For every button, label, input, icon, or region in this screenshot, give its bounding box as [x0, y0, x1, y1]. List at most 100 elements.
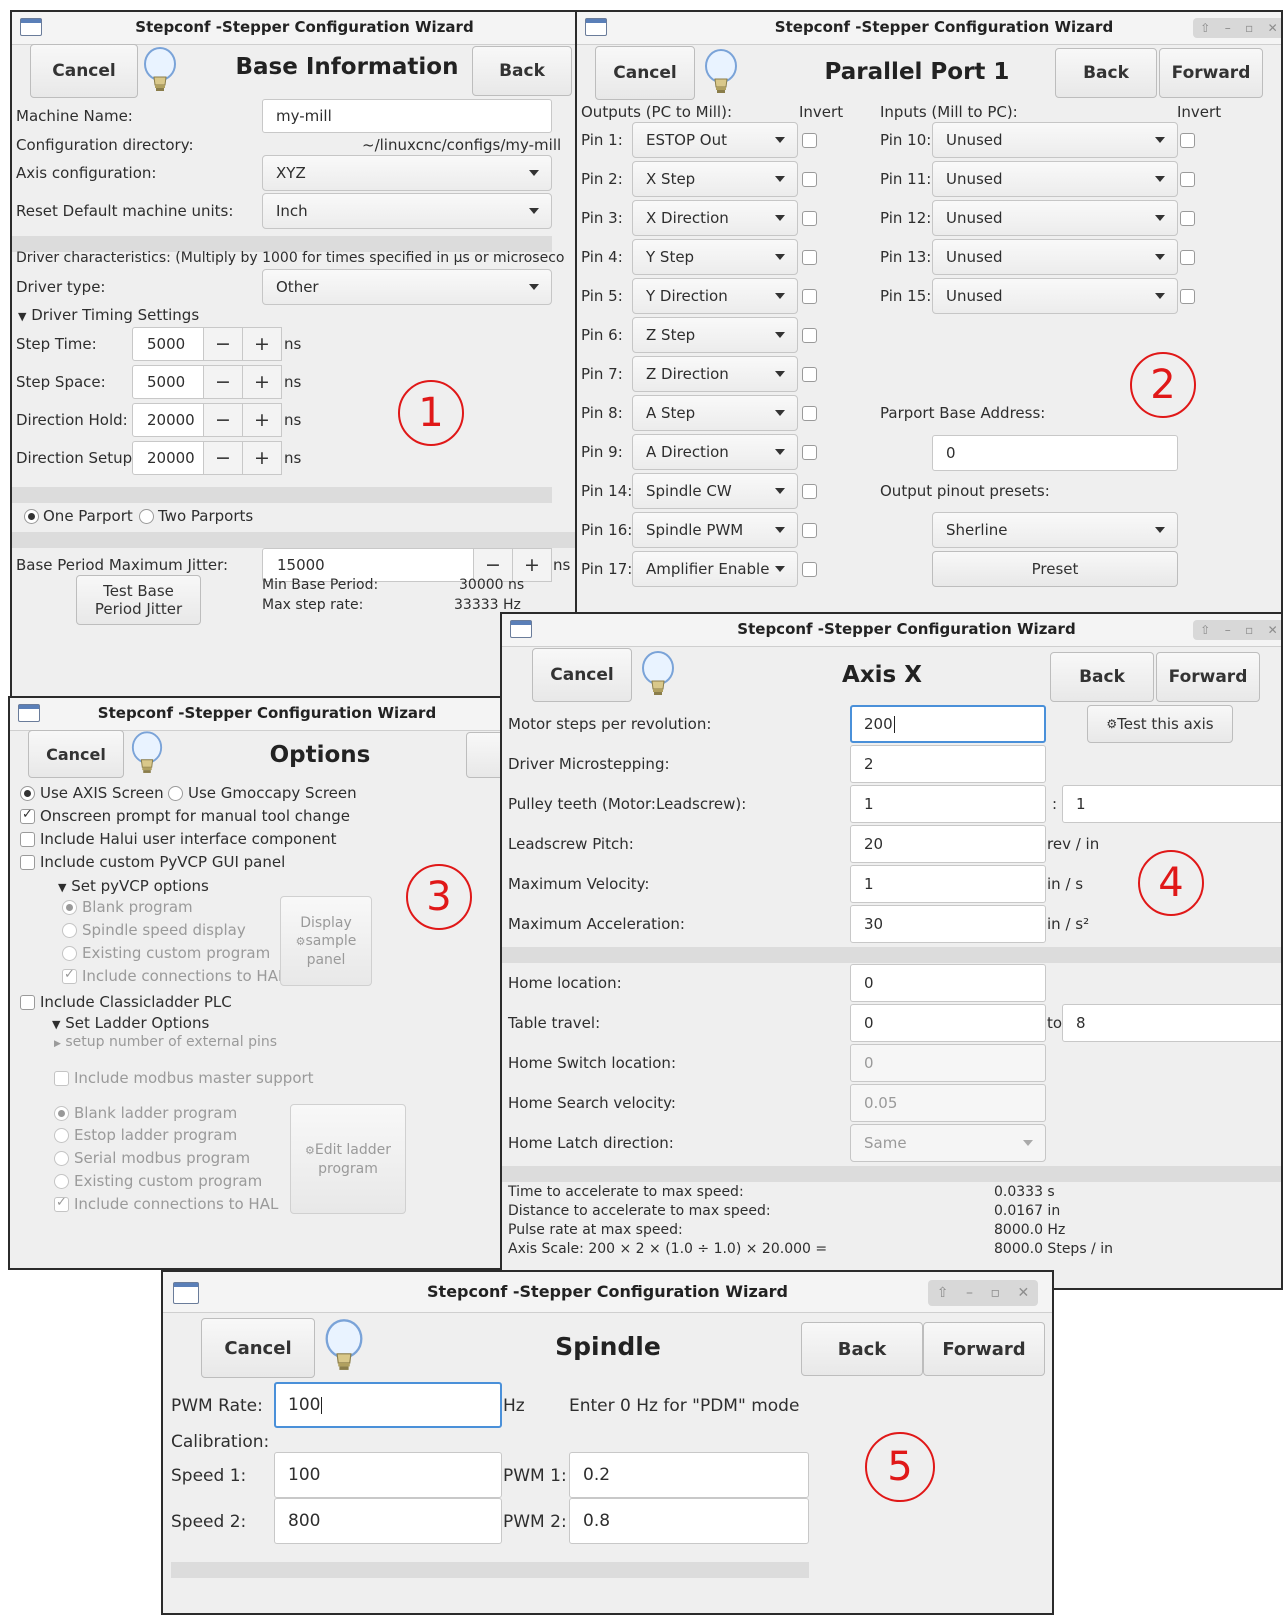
pulley-motor-input[interactable]: 1	[850, 785, 1046, 823]
invert-checkbox[interactable]	[802, 172, 817, 187]
restore-icon[interactable]: ▫	[1245, 623, 1253, 637]
minimize-icon[interactable]: –	[1225, 21, 1231, 35]
output-pin-select[interactable]: Y Direction	[632, 278, 798, 314]
include-hal-label[interactable]: Include connections to HAL	[82, 967, 286, 985]
cancel-button[interactable]: Cancel	[532, 648, 632, 702]
minimize-icon[interactable]: –	[1225, 623, 1231, 637]
invert-checkbox[interactable]	[802, 250, 817, 265]
minimize-icon[interactable]: –	[966, 1285, 973, 1301]
forward-button[interactable]: Forward	[1156, 652, 1260, 702]
modbus-master-label[interactable]: Include modbus master support	[74, 1069, 314, 1087]
input-pin-select[interactable]: Unused	[932, 161, 1178, 197]
close-icon[interactable]: ✕	[1017, 1285, 1029, 1301]
axis-screen-label[interactable]: Use AXIS Screen	[40, 784, 164, 802]
blank-program-radio[interactable]	[62, 900, 77, 915]
test-axis-button[interactable]: ⚙ Test this axis	[1087, 705, 1233, 743]
input-pin-select[interactable]: Unused	[932, 278, 1178, 314]
decrement-button[interactable]: −	[204, 403, 243, 437]
two-parports-radio[interactable]	[139, 509, 154, 524]
step-space-spinner[interactable]: 5000− +	[132, 365, 282, 399]
test-jitter-button[interactable]: Test Base Period Jitter	[76, 575, 201, 625]
existing-program-label[interactable]: Existing custom program	[82, 944, 270, 962]
preset-select[interactable]: Sherline	[932, 512, 1178, 548]
axis-screen-radio[interactable]	[20, 786, 35, 801]
existing-program-radio[interactable]	[62, 946, 77, 961]
include-hal-checkbox[interactable]	[54, 1195, 69, 1212]
decrement-button[interactable]: −	[204, 441, 243, 475]
input-pin-select[interactable]: Unused	[932, 239, 1178, 275]
direction-setup-spinner[interactable]: 20000− +	[132, 441, 282, 475]
direction-setup-value[interactable]: 20000	[132, 441, 204, 475]
machine-name-input[interactable]: my-mill	[262, 99, 552, 133]
modbus-master-checkbox[interactable]	[54, 1071, 69, 1086]
restore-icon[interactable]: ▫	[1245, 21, 1253, 35]
invert-checkbox[interactable]	[1180, 211, 1195, 226]
gmoccapy-screen-radio[interactable]	[168, 786, 183, 801]
home-latch-select[interactable]: Same	[850, 1124, 1046, 1162]
invert-checkbox[interactable]	[802, 562, 817, 577]
display-sample-panel-button[interactable]: Display ⚙sample panel	[280, 896, 372, 986]
halui-checkbox[interactable]	[20, 832, 35, 847]
home-location-input[interactable]: 0	[850, 964, 1046, 1002]
motor-steps-input[interactable]: 200	[850, 705, 1046, 743]
input-pin-select[interactable]: Unused	[932, 200, 1178, 236]
onscreen-prompt-label[interactable]: Onscreen prompt for manual tool change	[40, 807, 350, 825]
increment-button[interactable]: +	[243, 327, 282, 361]
invert-checkbox[interactable]	[1180, 172, 1195, 187]
output-pin-select[interactable]: Z Step	[632, 317, 798, 353]
speed2-input[interactable]: 800	[274, 1498, 502, 1544]
back-button[interactable]: Back	[1050, 652, 1154, 702]
serial-modbus-label[interactable]: Serial modbus program	[74, 1149, 250, 1167]
invert-checkbox[interactable]	[802, 445, 817, 460]
direction-hold-value[interactable]: 20000	[132, 403, 204, 437]
pyvcp-label[interactable]: Include custom PyVCP GUI panel	[40, 853, 285, 871]
timing-expander[interactable]: ▼ Driver Timing Settings	[18, 306, 199, 324]
cancel-button[interactable]: Cancel	[30, 44, 138, 98]
restore-icon[interactable]: ▫	[990, 1285, 1000, 1301]
forward-button[interactable]: Forward	[923, 1322, 1045, 1376]
two-parports-label[interactable]: Two Parports	[158, 507, 253, 525]
invert-checkbox[interactable]	[1180, 250, 1195, 265]
decrement-button[interactable]: −	[204, 327, 243, 361]
title-bar[interactable]: Stepconf -Stepper Configuration Wizard ⇧…	[163, 1272, 1052, 1313]
output-pin-select[interactable]: A Step	[632, 395, 798, 431]
increment-button[interactable]: +	[243, 365, 282, 399]
output-pin-select[interactable]: Amplifier Enable	[632, 551, 798, 587]
blank-ladder-label[interactable]: Blank ladder program	[74, 1104, 237, 1122]
direction-hold-spinner[interactable]: 20000− +	[132, 403, 282, 437]
home-search-input[interactable]: 0.05	[850, 1084, 1046, 1122]
cancel-button[interactable]: Cancel	[28, 730, 124, 778]
table-travel-from-input[interactable]: 0	[850, 1004, 1046, 1042]
invert-checkbox[interactable]	[1180, 289, 1195, 304]
maximize-up-icon[interactable]: ⇧	[1200, 21, 1210, 35]
cancel-button[interactable]: Cancel	[595, 46, 695, 100]
spindle-display-radio[interactable]	[62, 923, 77, 938]
decrement-button[interactable]: −	[204, 365, 243, 399]
invert-checkbox[interactable]	[802, 484, 817, 499]
pwm2-input[interactable]: 0.8	[569, 1498, 809, 1544]
close-icon[interactable]: ✕	[1268, 623, 1278, 637]
output-pin-select[interactable]: X Direction	[632, 200, 798, 236]
pwm-rate-input[interactable]: 100	[274, 1382, 502, 1428]
invert-checkbox[interactable]	[802, 406, 817, 421]
pyvcp-checkbox[interactable]	[20, 855, 35, 870]
home-switch-input[interactable]: 0	[850, 1044, 1046, 1082]
spindle-display-label[interactable]: Spindle speed display	[82, 921, 246, 939]
pyvcp-options-expander[interactable]: ▼ Set pyVCP options	[58, 877, 209, 895]
output-pin-select[interactable]: X Step	[632, 161, 798, 197]
onscreen-prompt-checkbox[interactable]	[20, 807, 35, 824]
microstepping-input[interactable]: 2	[850, 745, 1046, 783]
pwm1-input[interactable]: 0.2	[569, 1452, 809, 1498]
forward-button[interactable]: Forward	[1159, 48, 1263, 98]
maximize-up-icon[interactable]: ⇧	[937, 1285, 949, 1301]
estop-ladder-label[interactable]: Estop ladder program	[74, 1126, 237, 1144]
classicladder-checkbox[interactable]	[20, 995, 35, 1010]
max-acceleration-input[interactable]: 30	[850, 905, 1046, 943]
output-pin-select[interactable]: Z Direction	[632, 356, 798, 392]
one-parport-label[interactable]: One Parport	[43, 507, 133, 525]
back-button[interactable]: Back	[1055, 48, 1157, 98]
invert-checkbox[interactable]	[802, 523, 817, 538]
driver-type-select[interactable]: Other	[262, 269, 552, 305]
edit-ladder-button[interactable]: ⚙Edit ladder program	[290, 1104, 406, 1214]
step-space-value[interactable]: 5000	[132, 365, 204, 399]
